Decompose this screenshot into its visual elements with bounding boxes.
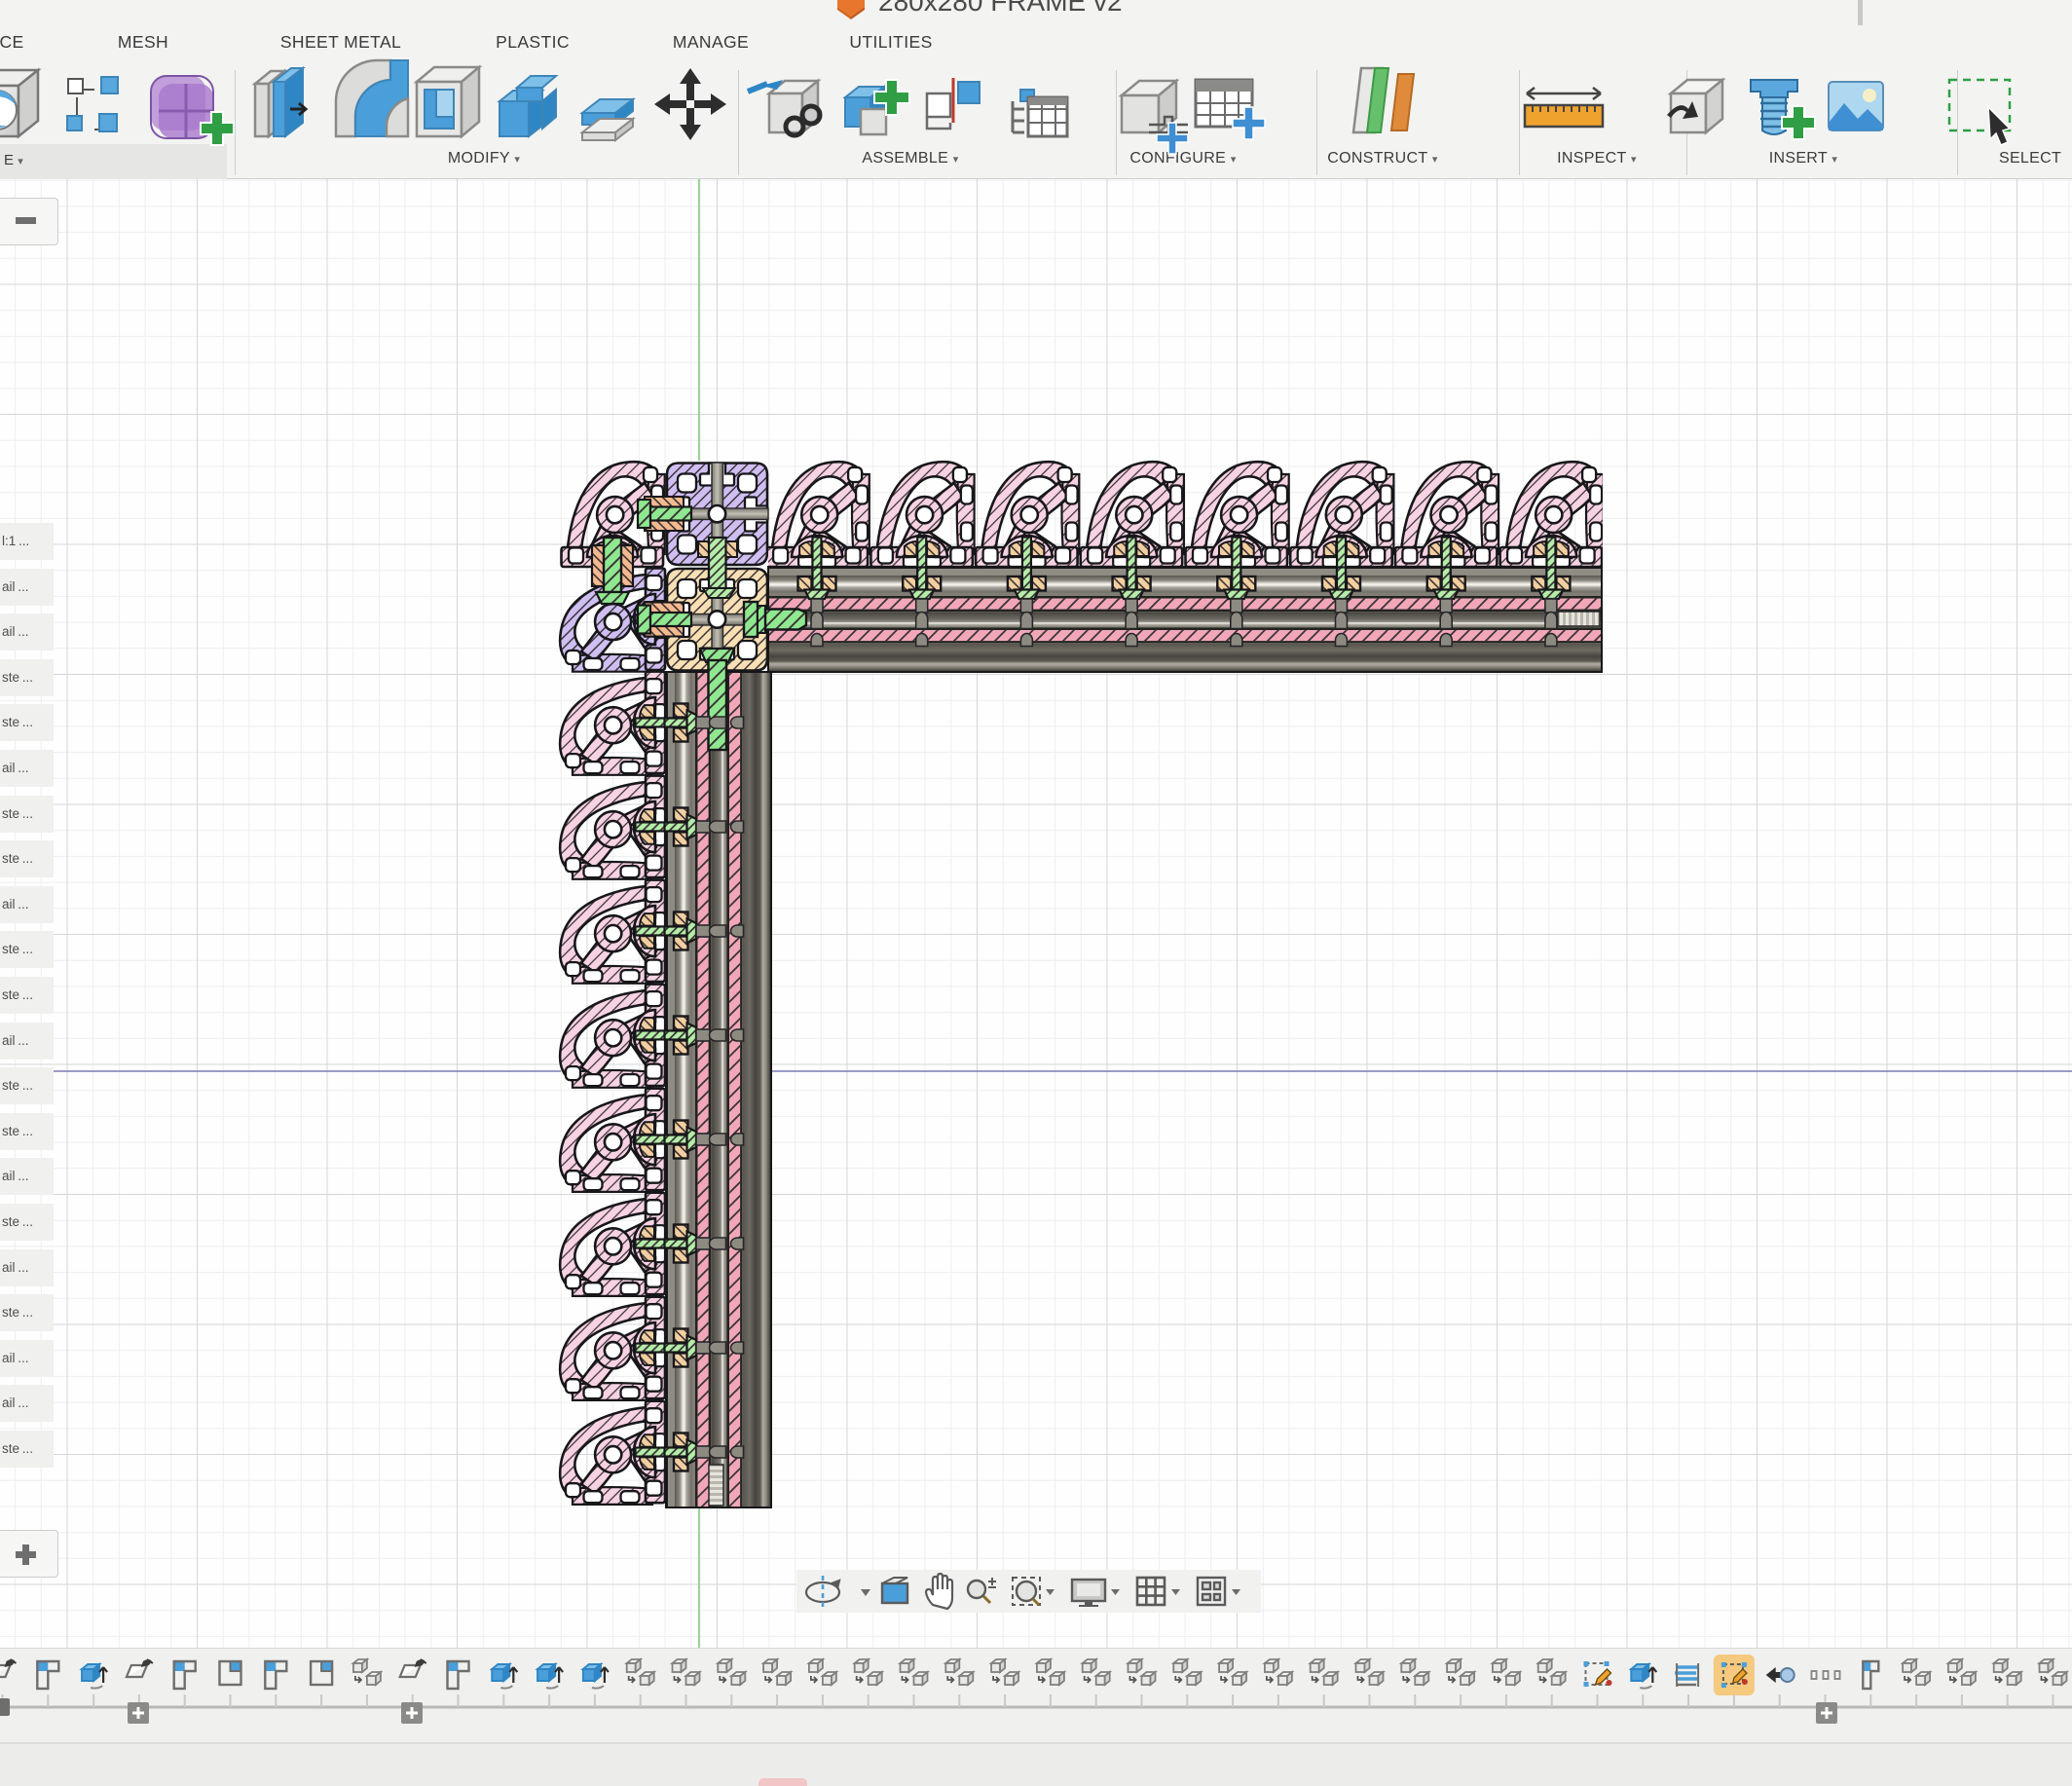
svg-text:280x280 FRAME v2: 280x280 FRAME v2 (878, 0, 1123, 17)
